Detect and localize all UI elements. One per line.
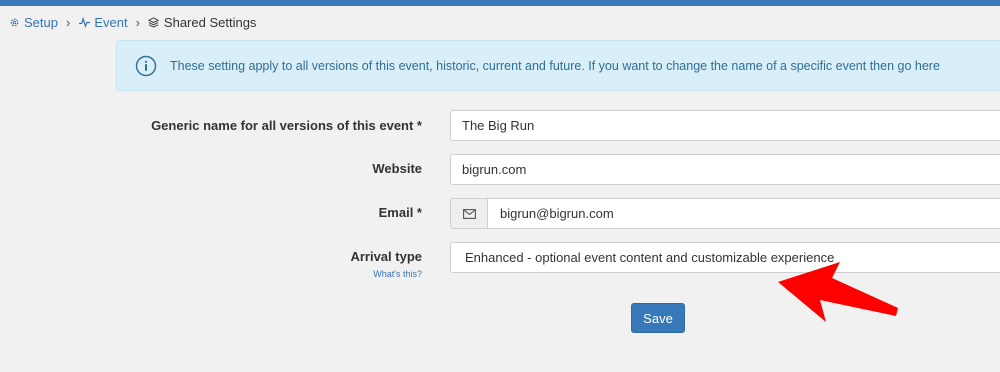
red-arrow-annotation (778, 262, 898, 322)
breadcrumb: Setup › Event › Shared Settings (8, 12, 256, 32)
top-bar (0, 0, 1000, 6)
generic-name-field[interactable]: The Big Run (450, 110, 1000, 141)
arrival-type-label: Arrival type (350, 249, 422, 264)
gear-icon (8, 16, 20, 28)
email-label: Email * (378, 205, 422, 220)
chevron-right-icon: › (65, 14, 71, 30)
website-label: Website (372, 161, 422, 176)
breadcrumb-shared-settings-label: Shared Settings (163, 14, 257, 30)
breadcrumb-event[interactable]: Event (78, 15, 128, 30)
breadcrumb-setup-label[interactable]: Setup (24, 15, 58, 30)
arrival-type-select[interactable]: Enhanced - optional event content and cu… (450, 242, 1000, 273)
info-icon (135, 55, 157, 77)
layers-icon (148, 16, 160, 28)
chevron-right-icon: › (135, 14, 140, 30)
info-alert: These setting apply to all versions of t… (116, 40, 1000, 91)
save-button[interactable]: Save (631, 303, 685, 333)
breadcrumb-event-label[interactable]: Event (94, 15, 127, 30)
alert-message: These setting apply to all versions of t… (170, 59, 940, 73)
breadcrumb-setup[interactable]: Setup (8, 15, 58, 30)
breadcrumb-shared-settings: Shared Settings (148, 14, 257, 30)
envelope-icon (450, 198, 488, 229)
activity-icon (78, 16, 90, 28)
email-input-group: bigrun@bigrun.com (450, 198, 1000, 229)
alert-here-link[interactable]: here (915, 59, 940, 73)
alert-text: These setting apply to all versions of t… (170, 58, 915, 73)
website-field[interactable]: bigrun.com (450, 154, 1000, 185)
arrow-shape (778, 262, 898, 322)
email-field[interactable]: bigrun@bigrun.com (488, 198, 1000, 229)
whats-this-link[interactable]: What's this? (373, 269, 422, 279)
generic-name-label: Generic name for all versions of this ev… (151, 118, 422, 133)
